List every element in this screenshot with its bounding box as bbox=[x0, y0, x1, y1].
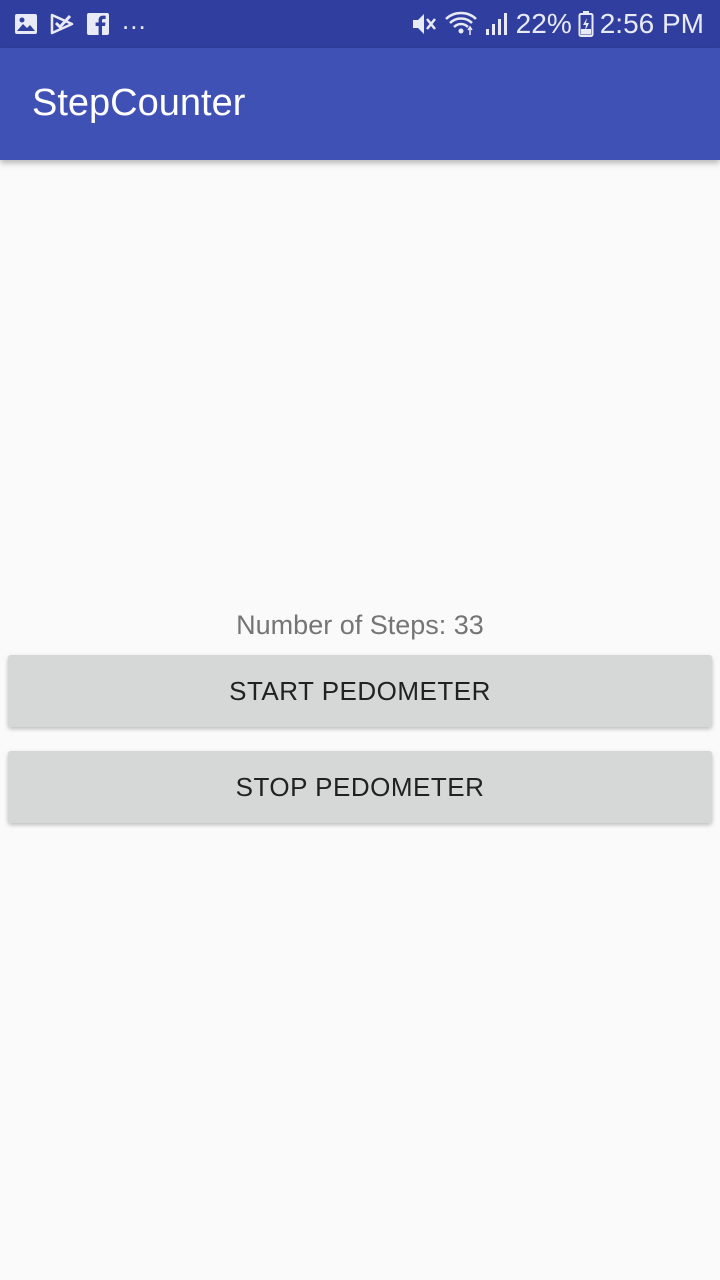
battery-charging-icon bbox=[578, 10, 594, 38]
notification-overflow: ... bbox=[122, 5, 147, 35]
status-bar: ... 22% 2:56 PM bbox=[0, 0, 720, 48]
stop-pedometer-button[interactable]: STOP PEDOMETER bbox=[8, 751, 712, 823]
image-icon bbox=[14, 12, 38, 36]
clock: 2:56 PM bbox=[599, 8, 704, 39]
signal-icon bbox=[484, 11, 510, 37]
system-status: 22% 2:56 PM bbox=[410, 0, 704, 48]
check-icon bbox=[50, 12, 74, 36]
app-title: StepCounter bbox=[32, 82, 246, 124]
battery-percent: 22% bbox=[515, 8, 572, 39]
app-bar: StepCounter bbox=[0, 48, 720, 160]
mute-icon bbox=[410, 11, 438, 37]
facebook-icon bbox=[86, 12, 110, 36]
start-pedometer-button[interactable]: START PEDOMETER bbox=[8, 655, 712, 727]
steps-count-label: Number of Steps: 33 bbox=[236, 610, 484, 640]
main-content: Number of Steps: 33 START PEDOMETER STOP… bbox=[0, 160, 720, 1280]
notification-area: ... bbox=[14, 0, 147, 48]
wifi-icon bbox=[444, 10, 478, 38]
